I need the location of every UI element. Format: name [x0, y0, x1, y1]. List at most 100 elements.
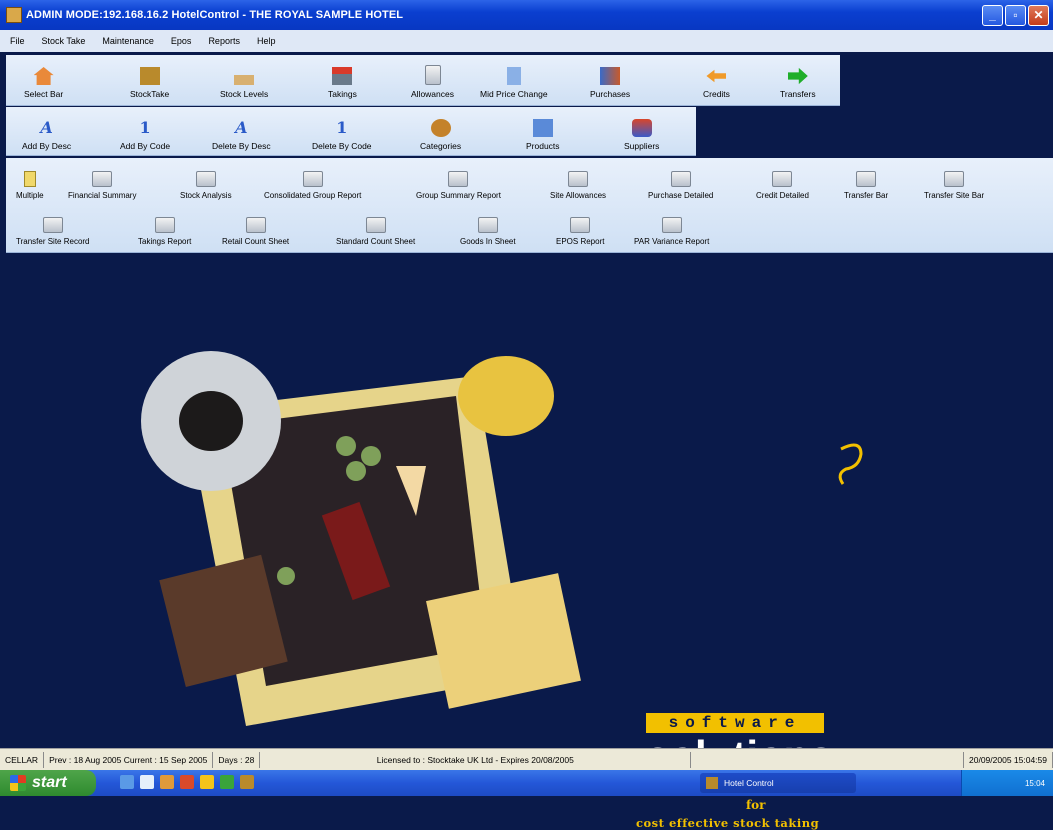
delete-code-icon: 1	[336, 118, 348, 137]
grape-shape	[336, 436, 356, 456]
printer-icon	[245, 217, 266, 233]
stock-levels-button[interactable]: Stock Levels	[220, 55, 268, 99]
report-financial-summary[interactable]: Financial Summary	[68, 160, 136, 200]
logo-for: for	[746, 798, 766, 812]
report-transfer-bar[interactable]: Transfer Bar	[844, 160, 888, 200]
quicklaunch-hotel-icon[interactable]	[240, 775, 254, 789]
printer-icon	[661, 217, 682, 233]
report-retail-count-sheet[interactable]: Retail Count Sheet	[222, 206, 289, 246]
hotel-control-icon	[706, 777, 718, 789]
minimize-button[interactable]: _	[982, 5, 1003, 26]
printer-icon	[154, 217, 175, 233]
reports-toolbar: Multiple Financial Summary Stock Analysi…	[6, 158, 1053, 253]
taskbar-item-hotel-control[interactable]: Hotel Control	[700, 773, 856, 793]
report-transfer-site-bar[interactable]: Transfer Site Bar	[924, 160, 984, 200]
windows-flag-icon	[10, 775, 26, 791]
purchases-button[interactable]: Purchases	[590, 55, 630, 99]
printer-icon	[944, 171, 965, 187]
quicklaunch-app2-icon[interactable]	[200, 775, 214, 789]
printer-icon	[670, 171, 691, 187]
close-button[interactable]: ✕	[1028, 5, 1049, 26]
add-desc-icon: A	[40, 118, 53, 137]
report-purchase-detailed[interactable]: Purchase Detailed	[648, 160, 713, 200]
allowances-button[interactable]: Allowances	[411, 55, 454, 99]
menu-epos[interactable]: Epos	[171, 36, 192, 46]
menu-reports[interactable]: Reports	[208, 36, 240, 46]
report-consolidated-group[interactable]: Consolidated Group Report	[264, 160, 361, 200]
mid-price-change-button[interactable]: Mid Price Change	[480, 55, 548, 99]
grape-shape	[361, 446, 381, 466]
menu-maintenance[interactable]: Maintenance	[102, 36, 154, 46]
delete-by-code-button[interactable]: 1 Delete By Code	[312, 107, 372, 152]
categories-icon	[430, 119, 451, 137]
printer-icon	[195, 171, 216, 187]
credits-button[interactable]: Credits	[703, 55, 730, 99]
delete-by-desc-button[interactable]: A Delete By Desc	[212, 107, 271, 152]
menu-bar: File Stock Take Maintenance Epos Reports…	[0, 30, 1053, 52]
purchases-icon	[600, 67, 621, 85]
printer-icon	[477, 217, 498, 233]
menu-stock-take[interactable]: Stock Take	[42, 36, 86, 46]
report-takings[interactable]: Takings Report	[138, 206, 191, 246]
takings-button[interactable]: Takings	[328, 55, 357, 99]
status-datetime: 20/09/2005 15:04:59	[963, 752, 1053, 768]
add-by-code-button[interactable]: 1 Add By Code	[120, 107, 170, 152]
plate-center	[179, 391, 243, 451]
window-title: ADMIN MODE:192.168.16.2 HotelControl - T…	[26, 9, 404, 21]
grape-shape	[346, 461, 366, 481]
system-tray: 15:04	[961, 770, 1053, 796]
tray-clock[interactable]: 15:04	[1025, 779, 1045, 788]
report-epos[interactable]: EPOS Report	[556, 206, 604, 246]
report-standard-count-sheet[interactable]: Standard Count Sheet	[336, 206, 415, 246]
quicklaunch-app3-icon[interactable]	[220, 775, 234, 789]
printer-icon	[92, 171, 113, 187]
stock-levels-icon	[234, 75, 255, 85]
add-by-desc-button[interactable]: A Add By Desc	[22, 107, 71, 152]
status-location: CELLAR	[0, 752, 45, 768]
allowances-icon	[424, 65, 441, 85]
printer-icon	[570, 217, 591, 233]
maximize-button[interactable]: ▫	[1005, 5, 1026, 26]
printer-icon	[772, 171, 793, 187]
splash-artwork	[141, 351, 581, 726]
start-button[interactable]: start	[0, 770, 96, 796]
menu-file[interactable]: File	[10, 36, 25, 46]
transfers-button[interactable]: Transfers	[780, 55, 816, 99]
printer-icon	[568, 171, 589, 187]
status-bar: CELLAR Prev : 18 Aug 2005 Current : 15 S…	[0, 748, 1053, 771]
quicklaunch-ie-icon[interactable]	[120, 775, 134, 789]
stocktake-button[interactable]: StockTake	[130, 55, 169, 99]
document-icon	[506, 67, 521, 85]
notepad-icon	[23, 171, 36, 187]
suppliers-icon	[631, 119, 652, 137]
report-multiple[interactable]: Multiple	[16, 160, 44, 200]
printer-icon	[42, 217, 63, 233]
status-license: Licensed to : Stocktake UK Ltd - Expires…	[260, 752, 692, 768]
select-bar-button[interactable]: Select Bar	[24, 55, 63, 99]
quicklaunch-app-icon[interactable]	[180, 775, 194, 789]
quicklaunch-folder-icon[interactable]	[160, 775, 174, 789]
logo-swirl	[838, 443, 863, 485]
products-button[interactable]: Products	[526, 107, 560, 151]
suppliers-button[interactable]: Suppliers	[624, 107, 659, 151]
menu-help[interactable]: Help	[257, 36, 276, 46]
maintenance-toolbar: A Add By Desc 1 Add By Code A Delete By Des…	[6, 107, 696, 156]
takings-icon	[332, 67, 353, 85]
report-transfer-site-record[interactable]: Transfer Site Record	[16, 206, 90, 246]
delete-desc-icon: A	[235, 118, 248, 137]
report-par-variance[interactable]: PAR Variance Report	[634, 206, 709, 246]
report-credit-detailed[interactable]: Credit Detailed	[756, 160, 809, 200]
logo-software: software	[646, 713, 824, 733]
report-group-summary[interactable]: Group Summary Report	[416, 160, 501, 200]
categories-button[interactable]: Categories	[420, 107, 461, 151]
house-icon	[33, 67, 54, 85]
taskbar: start Hotel Control 15:04	[0, 770, 1053, 796]
report-site-allowances[interactable]: Site Allowances	[550, 160, 606, 200]
printer-icon	[365, 217, 386, 233]
quicklaunch-desktop-icon[interactable]	[140, 775, 154, 789]
logo-tagline: cost effective stock taking	[636, 816, 820, 830]
report-stock-analysis[interactable]: Stock Analysis	[180, 160, 232, 200]
report-goods-in-sheet[interactable]: Goods In Sheet	[460, 206, 516, 246]
stocktake-icon	[139, 67, 160, 85]
printer-icon	[856, 171, 877, 187]
